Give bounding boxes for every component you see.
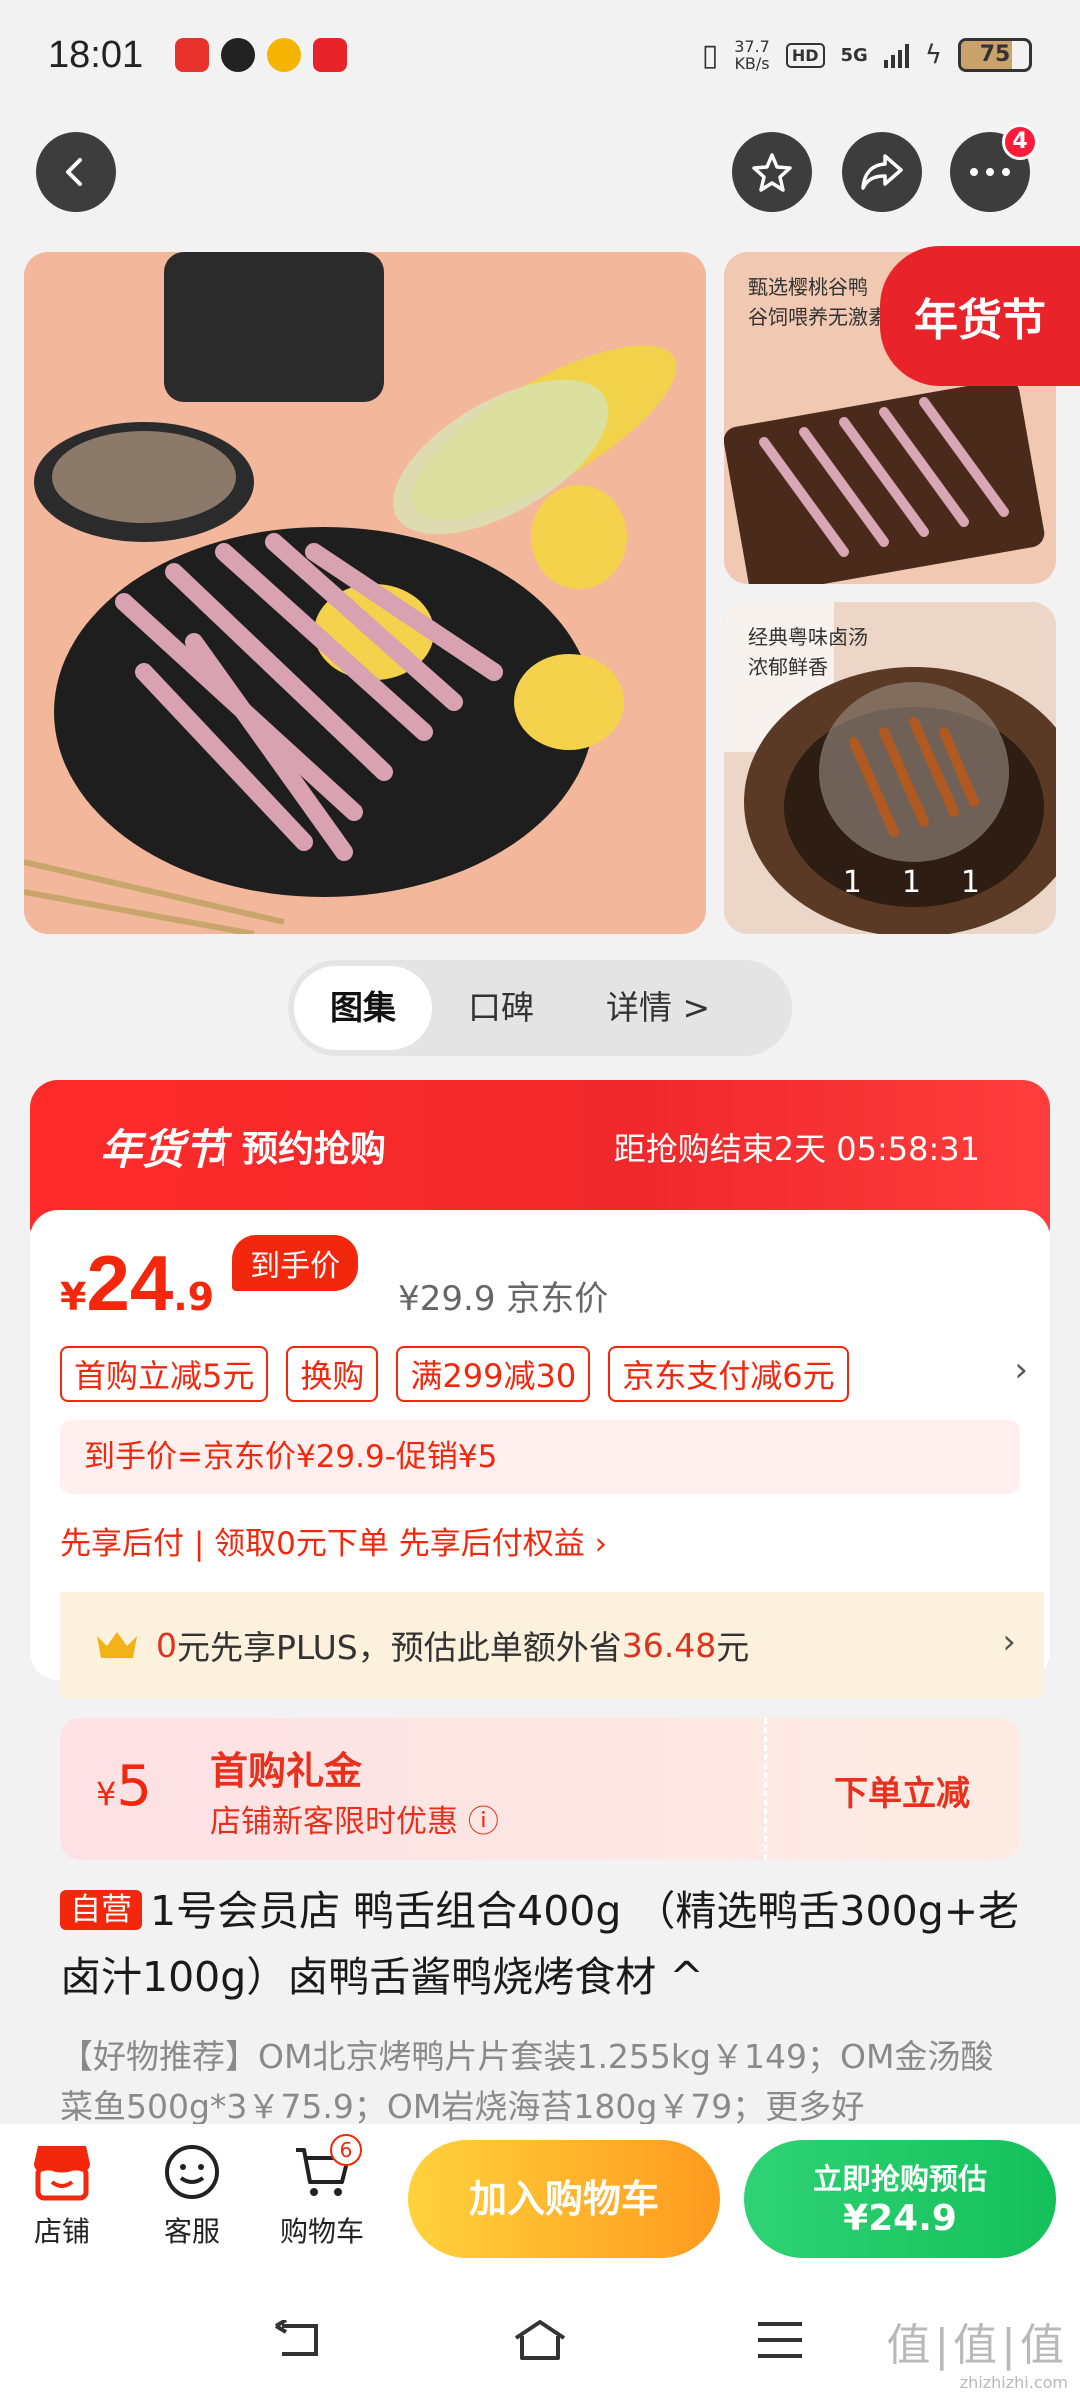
gallery-counter: 111 <box>842 865 1020 900</box>
product-gallery[interactable]: 甄选樱桃谷鸭 谷饲喂养无激素 年货节 经典粤味卤汤 浓郁鲜香 111 <box>24 246 1080 934</box>
divider <box>222 1126 224 1166</box>
buy-now-button[interactable]: 立即抢购预估 ¥24.9 <box>744 2140 1056 2258</box>
charging-icon: ϟ <box>924 40 942 70</box>
festival-logo: 年货节 <box>100 1125 227 1174</box>
plus-membership-banner[interactable]: 0 元先享PLUS，预估此单额外省 36.48 元 › <box>60 1592 1044 1698</box>
app-notification-icon <box>267 38 302 72</box>
clock: 18:01 <box>48 33 144 76</box>
signal-label: 5G <box>840 44 868 66</box>
add-to-cart-button[interactable]: 加入购物车 <box>408 2140 720 2258</box>
app-notification-icon <box>175 38 210 72</box>
favorite-button[interactable] <box>732 132 812 212</box>
tab-details[interactable]: 详情 > <box>570 966 746 1050</box>
chat-smile-icon <box>165 2145 219 2199</box>
tab-reviews[interactable]: 口碑 <box>432 966 570 1050</box>
battery-icon: 75 <box>958 38 1032 72</box>
countdown: 距抢购结束2天 05:58:31 <box>613 1130 980 1168</box>
product-title[interactable]: 自营 1号会员店 鸭舌组合400g （精选鸭舌300g+老卤汁100g）卤鸭舌酱鸭… <box>60 1880 1020 2008</box>
flash-sale-banner: 年货节 预约抢购 距抢购结束2天 05:58:31 <box>30 1080 1050 1230</box>
signal-icon <box>883 42 909 68</box>
coupon-tag[interactable]: 首购立减5元 <box>60 1346 269 1402</box>
product-recommendation: 【好物推荐】OM北京烤鸭片片套装1.255kg￥149；OM金汤酸菜鱼500g*… <box>60 2037 994 2126</box>
coupon-title: 首购礼金 <box>210 1749 363 1793</box>
network-speed: 37.7 KB/s <box>734 37 770 73</box>
claim-coupon-button[interactable]: 下单立减 <box>834 1766 970 1815</box>
back-gesture-icon[interactable] <box>272 2320 324 2360</box>
chevron-right-icon[interactable]: › <box>1014 1350 1028 1390</box>
self-operated-badge: 自营 <box>60 1890 142 1930</box>
coupon-divider <box>764 1718 767 1860</box>
chevron-right-icon: › <box>1002 1622 1016 1662</box>
thumbnail-caption: 经典粤味卤汤 浓郁鲜香 <box>748 625 868 679</box>
tmall-icon <box>313 38 348 72</box>
share-icon <box>861 154 903 190</box>
hd-icon: HD <box>785 42 825 68</box>
store-button[interactable]: 店铺 <box>30 2142 94 2250</box>
coupon-tag[interactable]: 满299减30 <box>396 1346 591 1402</box>
watermark: 值|值|值 zhizhizhi.com <box>886 2320 1068 2392</box>
first-purchase-coupon[interactable]: ¥5 首购礼金 店铺新客限时优惠 ⓘ 下单立减 <box>60 1718 1020 1860</box>
cart-button[interactable]: 6 购物车 <box>280 2134 364 2250</box>
system-navigation-bar: 值|值|值 zhizhizhi.com <box>0 2274 1080 2400</box>
star-icon <box>752 153 792 192</box>
price-row: ¥ 24 .9 到手价 ¥29.9 京东价 <box>60 1235 609 1329</box>
bottom-action-bar: 店铺 客服 6 购物车 加入购物车 立即抢购预估 ¥24.9 <box>0 2124 1080 2274</box>
cart-count-badge: 6 <box>330 2134 362 2166</box>
price-integer: 24 <box>86 1239 174 1327</box>
coupon-subtitle: 店铺新客限时优惠 ⓘ <box>210 1804 499 1840</box>
back-arrow-icon <box>66 158 82 186</box>
home-icon[interactable] <box>512 2318 568 2362</box>
buy-now-pay-later-link[interactable]: 先享后付 | 领取0元下单 先享后付权益 › <box>60 1518 607 1563</box>
festival-badge: 年货节 <box>880 246 1080 386</box>
menu-icon[interactable] <box>756 2320 804 2360</box>
more-dots-icon <box>970 168 1010 176</box>
customer-service-button[interactable]: 客服 <box>162 2142 222 2250</box>
status-bar: 18:01 ▯ 37.7 KB/s HD 5G ϟ 75 <box>0 0 1080 110</box>
final-price-tag: 到手价 <box>232 1235 359 1291</box>
coupon-list[interactable]: 首购立减5元 换购 满299减30 京东支付减6元 <box>60 1346 849 1402</box>
more-button[interactable]: 4 <box>950 124 1038 212</box>
thumbnail-caption: 甄选樱桃谷鸭 谷饲喂养无激素 <box>748 275 888 329</box>
jd-price: ¥29.9 京东价 <box>398 1279 609 1319</box>
coupon-amount: ¥5 <box>96 1754 152 1819</box>
crown-icon <box>97 1632 137 1658</box>
tab-gallery[interactable]: 图集 <box>294 966 432 1050</box>
share-button[interactable] <box>842 132 922 212</box>
price-formula: 到手价=京东价¥29.9-促销¥5 <box>60 1420 1020 1494</box>
coupon-tag[interactable]: 京东支付减6元 <box>608 1346 849 1402</box>
main-product-image[interactable] <box>24 252 706 934</box>
price-decimal: .9 <box>173 1275 215 1319</box>
store-icon <box>34 2146 90 2201</box>
qq-icon <box>221 38 256 72</box>
vibrate-icon: ▯ <box>701 37 719 73</box>
gallery-thumbnail-2[interactable]: 经典粤味卤汤 浓郁鲜香 111 <box>724 602 1056 934</box>
back-button[interactable] <box>36 132 116 212</box>
section-tabs: 图集 口碑 详情 > <box>288 960 792 1056</box>
more-badge: 4 <box>1002 124 1038 160</box>
presale-label: 预约抢购 <box>242 1129 387 1170</box>
coupon-tag[interactable]: 换购 <box>286 1346 379 1402</box>
